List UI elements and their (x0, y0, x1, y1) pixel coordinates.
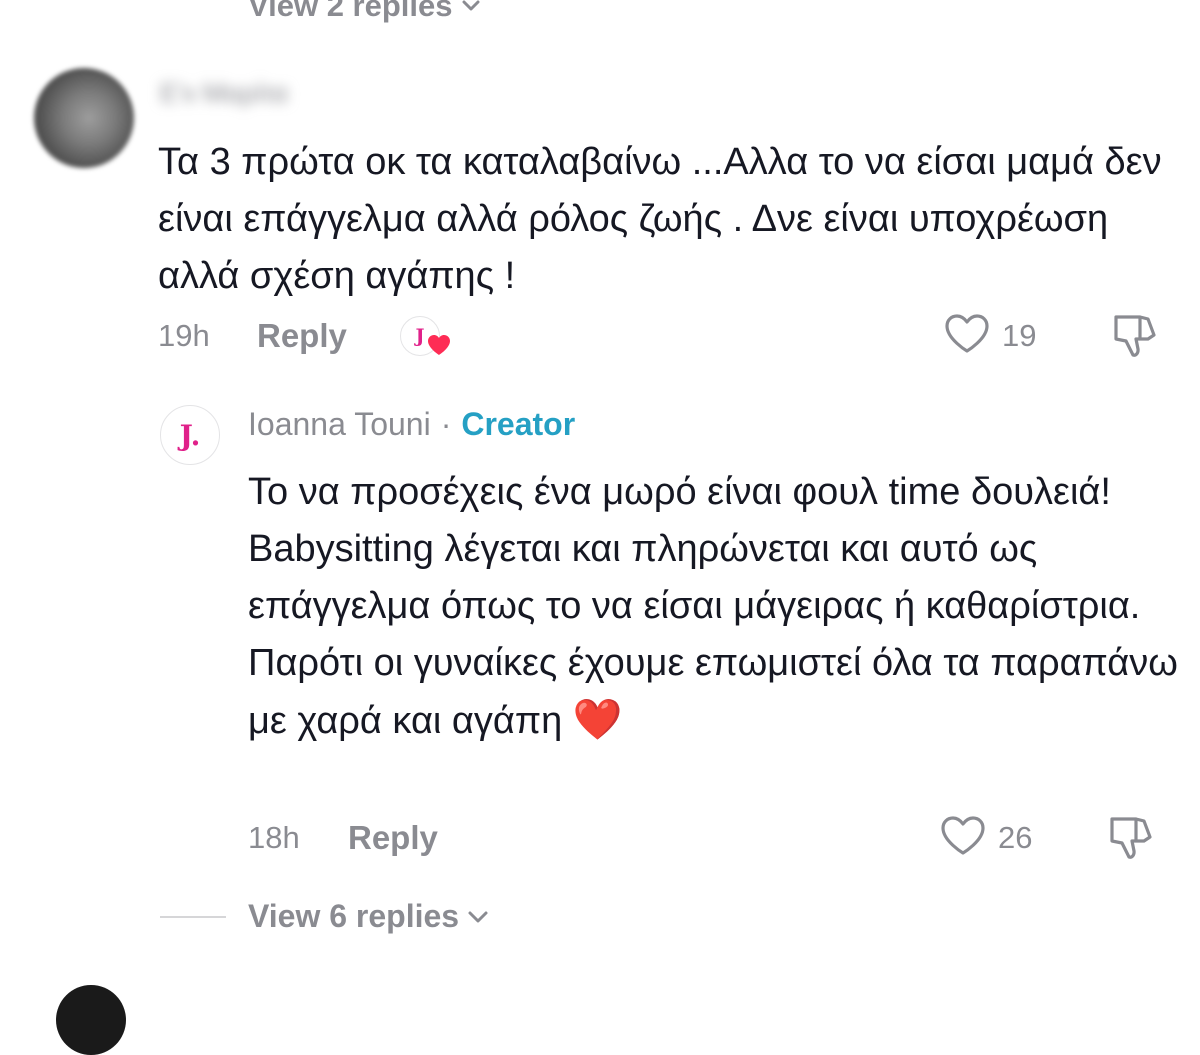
thumbs-down-icon (1106, 813, 1156, 861)
view-replies-button[interactable]: View 6 replies (248, 898, 489, 935)
view-replies-label: View 2 replies (248, 0, 453, 23)
like-button[interactable] (944, 313, 990, 355)
reply-text: Το να προσέχεις ένα μωρό είναι φουλ time… (248, 464, 1188, 750)
reply-header: Ioanna Touni · Creator (248, 406, 575, 443)
heart-outline-icon (940, 815, 986, 857)
chevron-down-icon (467, 910, 489, 924)
reply-like-count: 26 (998, 820, 1033, 855)
heart-outline-icon (944, 313, 990, 355)
chevron-down-icon (461, 0, 481, 13)
heart-filled-icon (426, 333, 452, 357)
thumbs-down-icon (1110, 311, 1160, 359)
dislike-button[interactable] (1110, 311, 1160, 359)
view-replies-button-top[interactable]: View 2 replies (248, 0, 481, 24)
comment-like-count: 19 (1002, 318, 1037, 353)
reply-timestamp: 18h (248, 820, 300, 855)
heart-emoji: ❤️ (572, 698, 623, 742)
comment-text: Τα 3 πρώτα οκ τα καταλαβαίνω ...Αλλα το … (158, 141, 1162, 297)
creator-avatar[interactable]: J. (160, 405, 220, 465)
commenter-avatar[interactable] (34, 68, 134, 168)
reply-username[interactable]: Ioanna Touni (248, 406, 431, 443)
comment-reply-button[interactable]: Reply (257, 317, 347, 355)
comment-timestamp: 19h (158, 318, 210, 353)
reply-text-body: Το να προσέχεις ένα μωρό είναι φουλ time… (248, 471, 1178, 742)
view-replies-label: View 6 replies (248, 898, 460, 934)
next-commenter-avatar[interactable] (56, 985, 126, 1055)
thread-divider (160, 916, 226, 918)
reply-dislike-button[interactable] (1106, 813, 1156, 861)
reply-reply-button[interactable]: Reply (348, 819, 438, 857)
commenter-username[interactable]: Ε'ιι Μαρίτα (160, 78, 288, 109)
reply-like-button[interactable] (940, 815, 986, 857)
separator-dot: · (440, 406, 452, 442)
creator-liked-avatar-letter: J (415, 325, 425, 347)
creator-avatar-letter: J. (179, 418, 201, 452)
creator-badge: Creator (461, 406, 576, 442)
